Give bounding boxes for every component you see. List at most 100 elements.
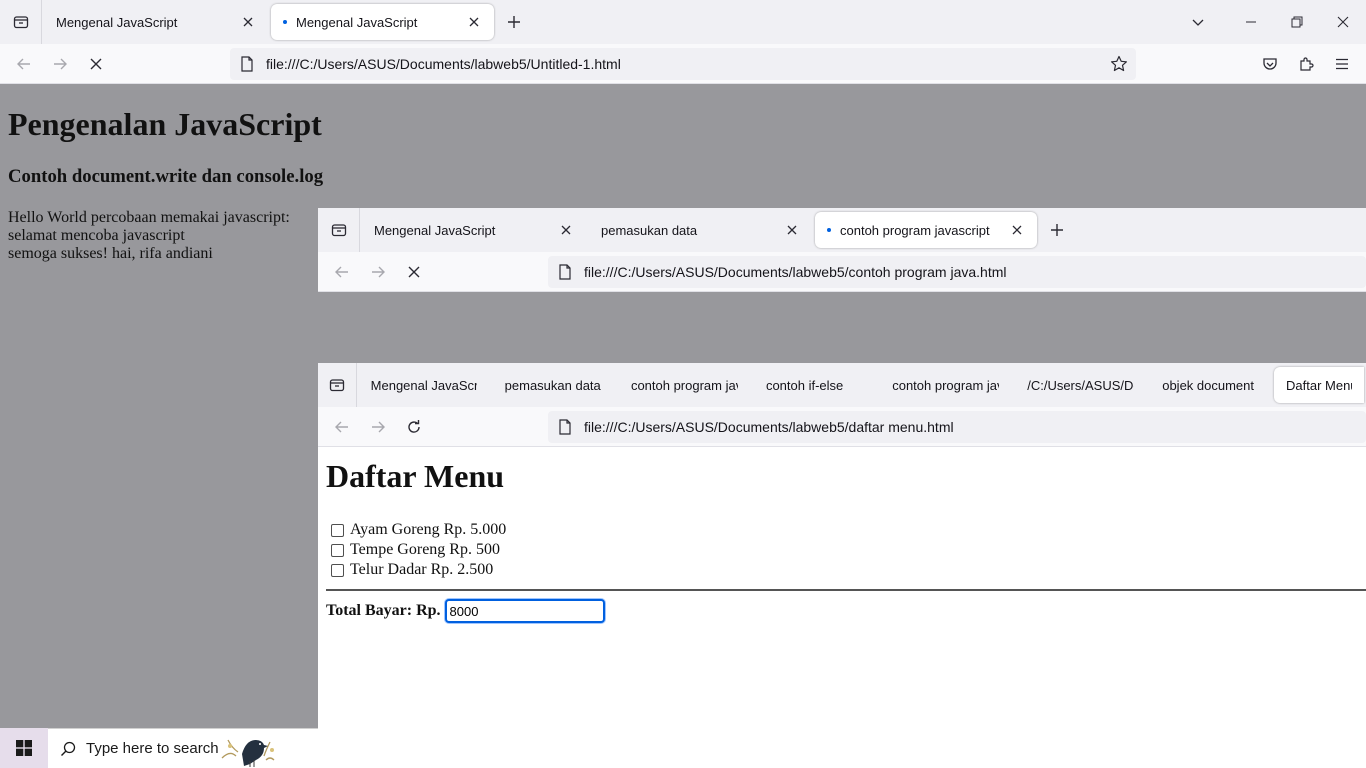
- arrow-left-icon: [17, 58, 30, 69]
- new-tab-button[interactable]: [1039, 212, 1075, 248]
- pocket-button[interactable]: [1252, 48, 1288, 80]
- stop-x-icon: [408, 266, 420, 277]
- tab-label: /C:/Users/ASUS/Doc: [1027, 377, 1134, 393]
- restore-button[interactable]: [1274, 0, 1320, 44]
- tab-pemasukan-data[interactable]: pemasukan data: [493, 367, 615, 403]
- windows-taskbar: Type here to search: [0, 728, 318, 768]
- forward-button[interactable]: [360, 411, 396, 443]
- menu-checkbox[interactable]: [331, 563, 344, 577]
- page-heading: Daftar Menu: [326, 458, 505, 494]
- loading-dot-icon: [827, 228, 831, 232]
- url-bar[interactable]: file:///C:/Users/ASUS/Documents/labweb5/…: [230, 47, 1136, 80]
- tab-label: contoh program java: [630, 377, 738, 393]
- forward-button[interactable]: [360, 256, 396, 288]
- page-subheading: Contoh document.write dan console.log: [8, 166, 324, 187]
- new-tab-button[interactable]: [496, 4, 532, 40]
- list-all-tabs-button[interactable]: [318, 363, 357, 407]
- tab-contoh-program-java-2[interactable]: contoh program java: [880, 367, 1011, 403]
- bookmark-star-icon[interactable]: [1110, 55, 1128, 73]
- close-tab-icon[interactable]: [240, 14, 256, 30]
- app-menu-button[interactable]: [1324, 48, 1360, 80]
- list-all-tabs-button[interactable]: [0, 0, 42, 44]
- minimize-icon: [1246, 21, 1256, 23]
- url-bar[interactable]: file:///C:/Users/ASUS/Documents/labweb5/…: [548, 410, 1366, 443]
- arrow-left-icon: [335, 266, 348, 277]
- menu-item-label: Telur Dadar Rp. 2.500: [350, 561, 494, 578]
- close-window-button[interactable]: [1320, 0, 1366, 44]
- navigation-toolbar: file:///C:/Users/ASUS/Documents/labweb5/…: [318, 252, 1366, 292]
- tab-bar: Mengenal JavaScript Mengenal JavaScript: [0, 0, 1366, 44]
- tab-contoh-if-else[interactable]: contoh if-else: [754, 367, 876, 403]
- tab-list-icon: [331, 224, 346, 237]
- tab-label: contoh program javascript: [840, 222, 990, 238]
- tab-mengenal-javascript-2[interactable]: Mengenal JavaScript: [271, 4, 494, 40]
- page-icon: [240, 55, 254, 72]
- forward-button[interactable]: [42, 48, 78, 80]
- arrow-left-icon: [335, 421, 348, 432]
- back-button[interactable]: [6, 48, 42, 80]
- hamburger-menu-icon: [1336, 58, 1348, 69]
- tab-mengenal-javascript[interactable]: Mengenal JavaScript: [359, 367, 489, 403]
- total-input[interactable]: [444, 599, 605, 623]
- browser-window-third: Mengenal JavaScript pemasukan data conto…: [318, 363, 1366, 768]
- url-text: file:///C:/Users/ASUS/Documents/labweb5/…: [266, 55, 621, 72]
- menu-item: Ayam Goreng Rp. 5.000: [326, 520, 1358, 540]
- stop-x-icon: [90, 58, 102, 69]
- menu-item-label: Tempe Goreng Rp. 500: [350, 541, 500, 558]
- url-bar[interactable]: file:///C:/Users/ASUS/Documents/labweb5/…: [548, 255, 1366, 288]
- navigation-toolbar: file:///C:/Users/ASUS/Documents/labweb5/…: [318, 407, 1366, 447]
- close-tab-icon[interactable]: [466, 14, 482, 30]
- puzzle-icon: [1300, 56, 1314, 71]
- stop-button[interactable]: [78, 48, 114, 80]
- stop-button[interactable]: [396, 256, 432, 288]
- pocket-icon: [1263, 57, 1277, 70]
- tab-mengenal-javascript-1[interactable]: Mengenal JavaScript: [44, 4, 268, 40]
- total-label: Total Bayar: Rp.: [326, 602, 441, 619]
- total-row: Total Bayar: Rp.: [326, 599, 1358, 623]
- menu-item: Telur Dadar Rp. 2.500: [326, 560, 1358, 580]
- tab-contoh-program-javascript[interactable]: contoh program javascript: [815, 212, 1037, 248]
- tab-label: objek document: [1162, 377, 1254, 393]
- page-icon: [558, 418, 572, 435]
- minimize-button[interactable]: [1228, 0, 1274, 44]
- tab-label: Mengenal JavaScript: [370, 377, 477, 393]
- close-tab-icon[interactable]: [1009, 222, 1025, 238]
- plus-icon: [508, 16, 520, 28]
- start-button[interactable]: [0, 728, 48, 768]
- reload-button[interactable]: [396, 411, 432, 443]
- page-icon: [558, 263, 572, 280]
- close-tab-icon[interactable]: [784, 222, 800, 238]
- taskbar-search[interactable]: Type here to search: [48, 728, 318, 768]
- tab-bar: Mengenal JavaScript pemasukan data conto…: [318, 208, 1366, 252]
- tab-label: Mengenal JavaScript: [296, 14, 418, 30]
- tab-contoh-program-java-1[interactable]: contoh program java: [619, 367, 750, 403]
- back-button[interactable]: [324, 256, 360, 288]
- tab-label: pemasukan data: [601, 222, 698, 238]
- arrow-right-icon: [372, 421, 385, 432]
- search-icon: [61, 741, 76, 756]
- tab-label: contoh if-else: [765, 377, 844, 393]
- tab-label: pemasukan data: [504, 377, 601, 393]
- reload-icon: [408, 419, 420, 433]
- menu-checkbox[interactable]: [331, 543, 344, 557]
- back-button[interactable]: [324, 411, 360, 443]
- chevron-down-icon: [1192, 19, 1204, 26]
- tab-objek-document[interactable]: objek document: [1150, 367, 1266, 403]
- close-tab-icon[interactable]: [558, 222, 574, 238]
- restore-icon: [1291, 16, 1303, 28]
- tab-label: contoh program java: [892, 377, 1000, 393]
- list-all-tabs-button[interactable]: [318, 208, 360, 252]
- tab-file-path[interactable]: /C:/Users/ASUS/Doc: [1015, 367, 1146, 403]
- tab-daftar-menu[interactable]: Daftar Menu: [1274, 367, 1364, 403]
- plus-icon: [1051, 224, 1063, 236]
- tab-label: Mengenal JavaScript: [374, 222, 496, 238]
- tab-pemasukan-data[interactable]: pemasukan data: [589, 212, 812, 248]
- close-icon: [1337, 16, 1349, 28]
- menu-checkbox[interactable]: [331, 523, 344, 537]
- extensions-button[interactable]: [1288, 48, 1324, 80]
- page-heading: Pengenalan JavaScript: [8, 106, 322, 142]
- tab-bar: Mengenal JavaScript pemasukan data conto…: [318, 363, 1366, 407]
- tab-overflow-button[interactable]: [1168, 0, 1228, 44]
- url-text: file:///C:/Users/ASUS/Documents/labweb5/…: [584, 418, 954, 435]
- tab-mengenal-javascript[interactable]: Mengenal JavaScript: [362, 212, 586, 248]
